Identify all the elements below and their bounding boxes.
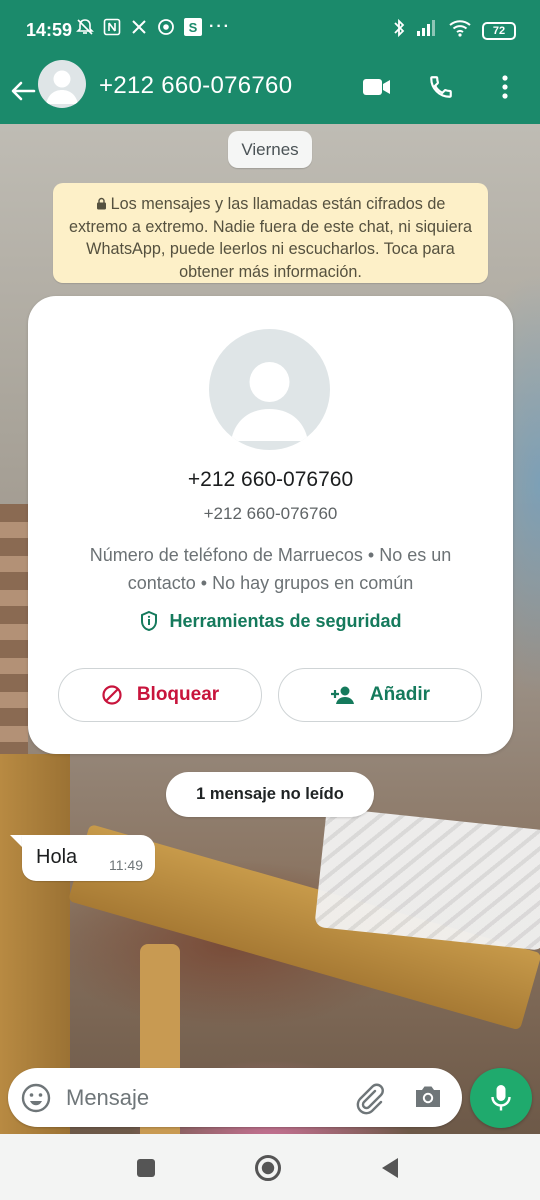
back-button[interactable] <box>8 76 38 106</box>
video-call-button[interactable] <box>362 72 392 102</box>
voice-message-button[interactable] <box>470 1068 532 1128</box>
camera-button[interactable] <box>413 1082 447 1114</box>
back-triangle-icon <box>382 1158 398 1178</box>
bluetooth-icon <box>392 18 406 43</box>
block-button-label: Bloquear <box>136 684 220 705</box>
wifi-icon <box>448 19 472 42</box>
chat-title[interactable]: +212 660-076760 <box>99 72 292 100</box>
system-navigation-bar <box>0 1134 540 1200</box>
block-icon <box>102 685 122 705</box>
contact-card-info: Número de teléfono de Marruecos • No es … <box>89 545 452 593</box>
shield-icon <box>141 610 158 632</box>
add-person-icon <box>330 686 354 704</box>
contact-card-phone: +212 660-076760 <box>203 504 338 523</box>
safety-tools-label: Herramientas de seguridad <box>169 610 402 631</box>
encryption-notice-text: Los mensajes y las llamadas están cifrad… <box>68 195 473 281</box>
back-nav-button[interactable] <box>375 1153 405 1183</box>
status-notification-icons: S ··· <box>76 18 229 36</box>
emoji-button[interactable] <box>20 1082 52 1114</box>
chat-header: +212 660-076760 <box>0 60 540 124</box>
recents-square-icon <box>137 1159 155 1177</box>
voice-call-button[interactable] <box>426 72 456 102</box>
contact-avatar-large[interactable] <box>209 329 330 450</box>
message-text: Hola <box>36 846 78 868</box>
incoming-message[interactable]: Hola 11:49 <box>22 835 155 881</box>
arrow-back-icon <box>11 81 36 101</box>
home-circle-icon <box>255 1155 281 1181</box>
camera-icon <box>416 1086 440 1107</box>
status-time: 14:59 <box>26 20 73 40</box>
status-system-icons: 72 <box>392 18 516 43</box>
emoji-icon <box>21 1083 51 1113</box>
message-timestamp: 11:49 <box>109 857 143 873</box>
block-button[interactable]: Bloquear <box>58 668 262 722</box>
message-composer <box>8 1068 462 1127</box>
nfc-icon <box>103 18 121 36</box>
s-icon: S <box>184 18 202 36</box>
bell-muted-icon <box>76 18 94 36</box>
wallpaper-napkin <box>314 807 540 951</box>
attach-button[interactable] <box>353 1081 387 1115</box>
status-bar: 14:59 S ··· 72 <box>0 0 540 60</box>
battery-icon: 72 <box>482 21 516 40</box>
header-actions <box>362 72 520 102</box>
x-icon <box>130 18 148 36</box>
recents-button[interactable] <box>131 1153 161 1183</box>
contact-info-card: +212 660-076760 +212 660-076760 Número d… <box>28 296 513 754</box>
encryption-notice[interactable]: Los mensajes y las llamadas están cifrad… <box>53 183 488 283</box>
voice-call-icon <box>430 76 452 98</box>
lock-icon <box>96 197 106 210</box>
video-call-icon <box>363 79 390 95</box>
contact-avatar[interactable] <box>38 60 86 108</box>
unread-messages-chip: 1 mensaje no leído <box>166 772 374 817</box>
paperclip-icon <box>356 1083 384 1115</box>
more-vert-icon <box>502 75 508 99</box>
date-chip: Viernes <box>228 131 312 168</box>
message-input[interactable] <box>66 1078 336 1118</box>
contact-card-name: +212 660-076760 <box>187 468 354 491</box>
add-button-label: Añadir <box>369 684 431 705</box>
microphone-icon <box>491 1085 511 1111</box>
more-options-button[interactable] <box>490 72 520 102</box>
signal-icon <box>416 19 438 42</box>
add-contact-button[interactable]: Añadir <box>278 668 482 722</box>
more-notifications-icon: ··· <box>209 18 231 35</box>
wallpaper-wall <box>0 504 28 774</box>
chrome-icon <box>157 18 175 36</box>
home-button[interactable] <box>253 1153 283 1183</box>
safety-tools-link[interactable]: Herramientas de seguridad <box>28 610 513 632</box>
